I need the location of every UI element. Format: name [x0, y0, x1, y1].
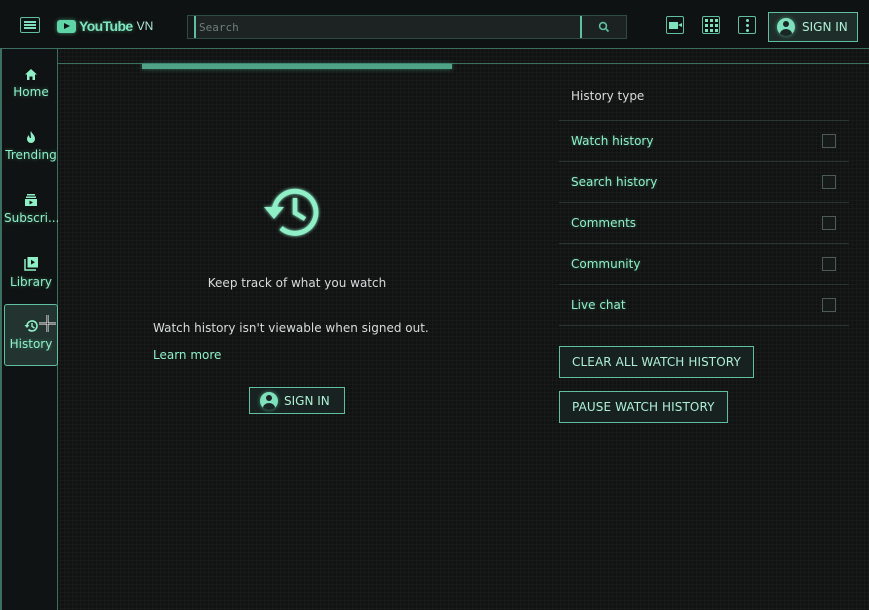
pause-watch-history-button[interactable]: PAUSE WATCH HISTORY: [559, 391, 728, 423]
history-option-label: Comments: [571, 216, 637, 230]
top-bar: YouTube VN SIGN IN: [0, 0, 869, 49]
clear-all-watch-history-button[interactable]: CLEAR ALL WATCH HISTORY: [559, 346, 754, 378]
more-vert-icon: [745, 18, 749, 32]
sidebar-item-trending[interactable]: Trending: [4, 115, 58, 177]
history-type-panel: History type Watch history Search histor…: [559, 78, 849, 326]
search-button[interactable]: [582, 16, 626, 38]
account-circle-icon: [777, 18, 795, 36]
history-option-search[interactable]: Search history: [559, 162, 849, 203]
header-sign-in-button[interactable]: SIGN IN: [768, 12, 858, 42]
search-icon: [598, 21, 610, 33]
history-large-icon: [264, 188, 319, 236]
learn-more-link[interactable]: Learn more: [153, 348, 221, 362]
logo-region: VN: [136, 19, 154, 33]
home-icon: [24, 68, 38, 81]
history-option-label: Community: [571, 257, 641, 271]
sidebar-item-home[interactable]: Home: [4, 52, 58, 114]
logo-text: YouTube: [79, 18, 133, 34]
video-camera-icon: [669, 21, 682, 29]
subscriptions-icon: [24, 193, 38, 207]
flame-icon: [25, 130, 37, 144]
header-sign-in-label: SIGN IN: [802, 20, 848, 34]
main-sign-in-button[interactable]: SIGN IN: [249, 387, 345, 414]
search-bar: [187, 15, 627, 39]
account-circle-icon: [260, 391, 278, 410]
sidebar-item-library[interactable]: Library: [4, 241, 58, 303]
apps-button[interactable]: [702, 16, 720, 34]
history-option-label: Search history: [571, 175, 658, 189]
history-option-watch[interactable]: Watch history: [559, 121, 849, 162]
community-checkbox[interactable]: [822, 257, 836, 271]
history-icon: [24, 319, 39, 333]
sidebar-item-subscriptions[interactable]: Subscri...: [4, 178, 58, 240]
create-video-button[interactable]: [666, 16, 684, 34]
history-option-label: Live chat: [571, 298, 626, 312]
youtube-logo[interactable]: YouTube VN: [57, 17, 153, 35]
history-type-title: History type: [559, 78, 849, 121]
main-sign-in-label: SIGN IN: [284, 393, 330, 408]
menu-icon[interactable]: [20, 17, 40, 33]
history-heading: Keep track of what you watch: [207, 276, 387, 290]
library-icon: [23, 256, 39, 271]
watch-history-checkbox[interactable]: [822, 134, 836, 148]
history-option-label: Watch history: [571, 134, 654, 148]
sidebar-item-label: Home: [13, 84, 49, 99]
play-logo-icon: [57, 19, 76, 33]
sidebar-item-label: History: [9, 337, 53, 351]
signed-out-message: Watch history isn't viewable when signed…: [153, 321, 429, 335]
search-input[interactable]: [194, 16, 582, 38]
history-option-comments[interactable]: Comments: [559, 203, 849, 244]
loading-progress-bar: [142, 64, 452, 69]
history-option-community[interactable]: Community: [559, 244, 849, 285]
search-history-checkbox[interactable]: [822, 175, 836, 189]
sidebar-item-label: Subscri...: [4, 211, 58, 225]
sidebar-item-label: Trending: [5, 148, 57, 162]
live-chat-checkbox[interactable]: [822, 298, 836, 312]
comments-checkbox[interactable]: [822, 216, 836, 230]
sidebar-item-label: Library: [10, 274, 52, 289]
apps-grid-icon: [704, 18, 718, 32]
crosshair-cursor-icon: [39, 315, 56, 332]
history-option-live-chat[interactable]: Live chat: [559, 285, 849, 326]
more-options-button[interactable]: [738, 16, 756, 34]
